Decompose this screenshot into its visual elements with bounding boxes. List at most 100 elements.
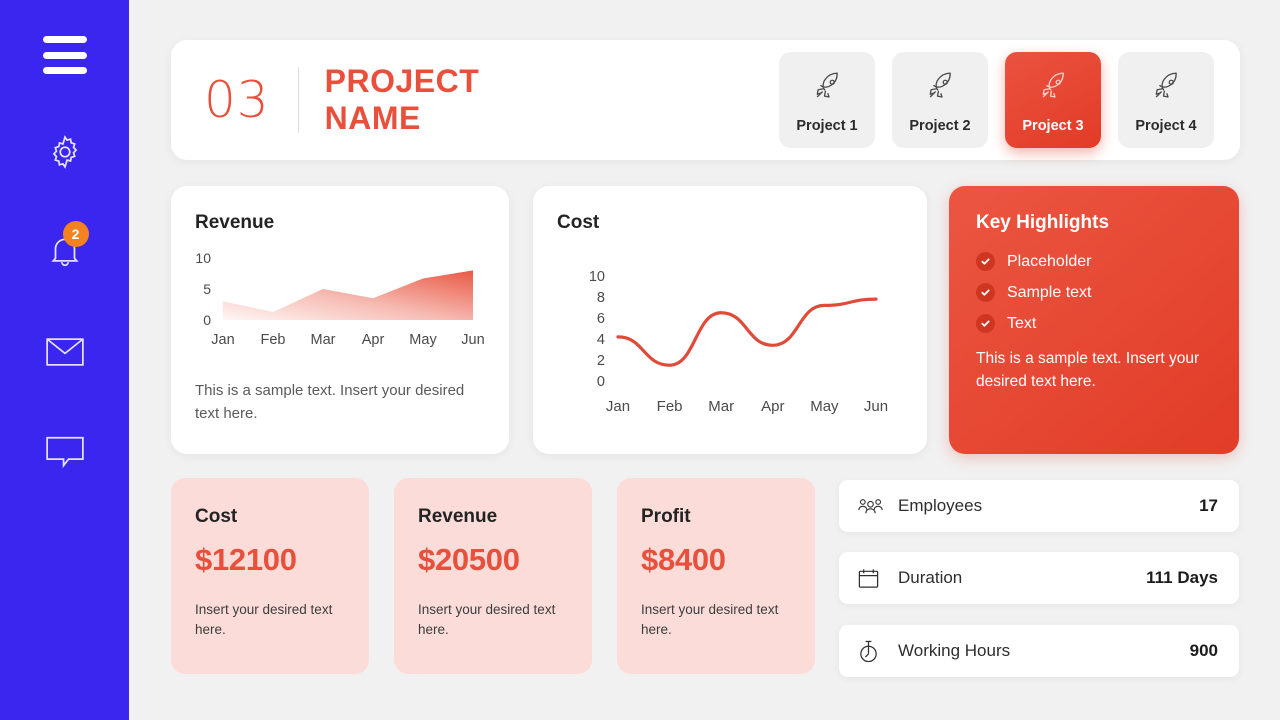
metric-card-revenue: Revenue $20500 Insert your desired text … bbox=[394, 478, 592, 674]
list-item: Sample text bbox=[976, 283, 1239, 302]
tab-project-2[interactable]: Project 2 bbox=[892, 52, 988, 148]
rocket-icon bbox=[920, 67, 960, 112]
highlights-note: This is a sample text. Insert your desir… bbox=[976, 350, 1200, 391]
svg-text:Jun: Jun bbox=[864, 398, 888, 415]
metric-value: $8400 bbox=[641, 542, 726, 577]
tab-project-4[interactable]: Project 4 bbox=[1118, 52, 1214, 148]
revenue-chart-svg: 0 5 10 Jan Feb Mar Apr May Jun bbox=[195, 250, 484, 348]
check-circle-icon bbox=[976, 283, 995, 302]
svg-text:Feb: Feb bbox=[261, 332, 286, 348]
list-item-label: Placeholder bbox=[1007, 252, 1092, 270]
svg-text:Feb: Feb bbox=[657, 398, 683, 415]
svg-text:May: May bbox=[810, 398, 839, 415]
calendar-icon bbox=[857, 567, 887, 590]
notification-badge: 2 bbox=[62, 221, 89, 247]
metric-note: Insert your desired text here. bbox=[641, 602, 779, 637]
sidebar-item-settings[interactable] bbox=[43, 130, 87, 174]
metric-title: Cost bbox=[195, 506, 238, 527]
sidebar-item-messages[interactable] bbox=[43, 430, 87, 474]
metric-title: Profit bbox=[641, 506, 691, 527]
hamburger-bar bbox=[42, 67, 87, 74]
cost-chart-card: Cost 0 2 4 6 8 10 Jan Feb Mar Apr May Jun bbox=[533, 186, 927, 454]
metric-value: $20500 bbox=[418, 542, 520, 577]
tab-project-1[interactable]: Project 1 bbox=[779, 52, 875, 148]
svg-text:8: 8 bbox=[597, 290, 605, 306]
list-item-label: Text bbox=[1007, 314, 1037, 332]
highlights-title: Key Highlights bbox=[976, 212, 1110, 233]
chat-bubble-icon bbox=[45, 434, 85, 470]
metric-card-cost: Cost $12100 Insert your desired text her… bbox=[171, 478, 369, 674]
tab-label: Project 3 bbox=[1022, 117, 1084, 134]
hamburger-bar bbox=[42, 51, 87, 59]
metric-note: Insert your desired text here. bbox=[195, 602, 333, 637]
svg-text:10: 10 bbox=[195, 250, 211, 266]
check-circle-icon bbox=[976, 252, 995, 271]
card-title: Cost bbox=[557, 212, 600, 233]
list-item: Text bbox=[976, 314, 1239, 333]
sidebar-item-mail[interactable] bbox=[43, 330, 87, 374]
metric-note: Insert your desired text here. bbox=[418, 602, 556, 637]
page-title: PROJECT NAME bbox=[324, 62, 480, 136]
sidebar: 2 bbox=[0, 0, 129, 720]
dashboard-slide: 2 03 PROJECT NAME Project 1 Project 2 Pr… bbox=[0, 0, 1280, 720]
svg-text:Mar: Mar bbox=[311, 332, 336, 348]
metric-title: Revenue bbox=[418, 506, 498, 527]
revenue-chart: 0 5 10 Jan Feb Mar Apr May Jun bbox=[171, 246, 509, 358]
tab-label: Project 1 bbox=[796, 117, 858, 134]
stat-value: 17 bbox=[1199, 496, 1218, 515]
tab-project-3[interactable]: Project 3 bbox=[1005, 52, 1101, 148]
highlights-list: Placeholder Sample text Text bbox=[976, 252, 1239, 333]
project-tabs: Project 1 Project 2 Project 3 Project 4 bbox=[779, 52, 1214, 148]
envelope-icon bbox=[45, 335, 85, 369]
tab-label: Project 2 bbox=[909, 117, 971, 134]
stat-value: 900 bbox=[1189, 641, 1218, 660]
svg-text:Apr: Apr bbox=[362, 332, 385, 348]
svg-text:0: 0 bbox=[203, 312, 211, 328]
stat-row-employees: Employees 17 bbox=[839, 480, 1239, 532]
sidebar-item-notifications[interactable]: 2 bbox=[43, 221, 89, 274]
check-circle-icon bbox=[976, 314, 995, 333]
key-highlights-card: Key Highlights Placeholder Sample text T… bbox=[949, 186, 1239, 454]
hamburger-bar bbox=[42, 36, 87, 43]
list-item-label: Sample text bbox=[1007, 283, 1092, 301]
stat-label: Working Hours bbox=[898, 641, 1011, 660]
stat-row-working-hours: Working Hours 900 bbox=[839, 625, 1239, 677]
svg-text:0: 0 bbox=[597, 374, 605, 390]
metric-card-profit: Profit $8400 Insert your desired text he… bbox=[617, 478, 815, 674]
svg-text:Mar: Mar bbox=[708, 398, 734, 415]
cost-y-axis: 0 2 4 6 8 10 bbox=[589, 269, 605, 390]
cost-x-axis: Jan Feb Mar Apr May Jun bbox=[606, 398, 888, 415]
card-title: Revenue bbox=[195, 212, 275, 233]
rocket-icon bbox=[1033, 67, 1073, 112]
svg-text:2: 2 bbox=[597, 353, 605, 369]
tab-label: Project 4 bbox=[1135, 117, 1197, 134]
svg-text:Jan: Jan bbox=[211, 332, 234, 348]
rocket-icon bbox=[1146, 67, 1186, 112]
header-bar: 03 PROJECT NAME Project 1 Project 2 Proj… bbox=[171, 40, 1240, 160]
slide-number: 03 bbox=[204, 71, 270, 129]
revenue-x-axis: Jan Feb Mar Apr May Jun bbox=[211, 332, 484, 348]
rocket-icon bbox=[807, 67, 847, 112]
header-divider bbox=[297, 67, 299, 133]
cost-chart-svg: 0 2 4 6 8 10 Jan Feb Mar Apr May Jun bbox=[589, 269, 888, 415]
list-item: Placeholder bbox=[976, 252, 1239, 271]
people-icon bbox=[857, 497, 887, 516]
cost-line bbox=[616, 297, 878, 367]
svg-text:10: 10 bbox=[589, 269, 605, 285]
stat-row-duration: Duration 111 Days bbox=[839, 552, 1239, 604]
stat-value: 111 Days bbox=[1146, 568, 1218, 587]
revenue-note: This is a sample text. Insert your desir… bbox=[195, 382, 465, 422]
metric-value: $12100 bbox=[195, 542, 297, 577]
hamburger-menu-icon[interactable] bbox=[42, 36, 87, 74]
revenue-chart-card: Revenue 0 5 10 Jan Feb Mar Apr May Jun This is … bbox=[171, 186, 509, 454]
svg-text:Jan: Jan bbox=[606, 398, 630, 415]
revenue-area bbox=[223, 270, 473, 320]
svg-text:May: May bbox=[409, 332, 437, 348]
stopwatch-icon bbox=[857, 639, 887, 664]
gear-icon bbox=[46, 133, 84, 171]
svg-text:4: 4 bbox=[597, 332, 605, 348]
cost-chart: 0 2 4 6 8 10 Jan Feb Mar Apr May Jun bbox=[533, 246, 927, 446]
svg-text:Jun: Jun bbox=[461, 332, 484, 348]
svg-text:6: 6 bbox=[597, 311, 605, 327]
svg-text:5: 5 bbox=[203, 281, 211, 297]
